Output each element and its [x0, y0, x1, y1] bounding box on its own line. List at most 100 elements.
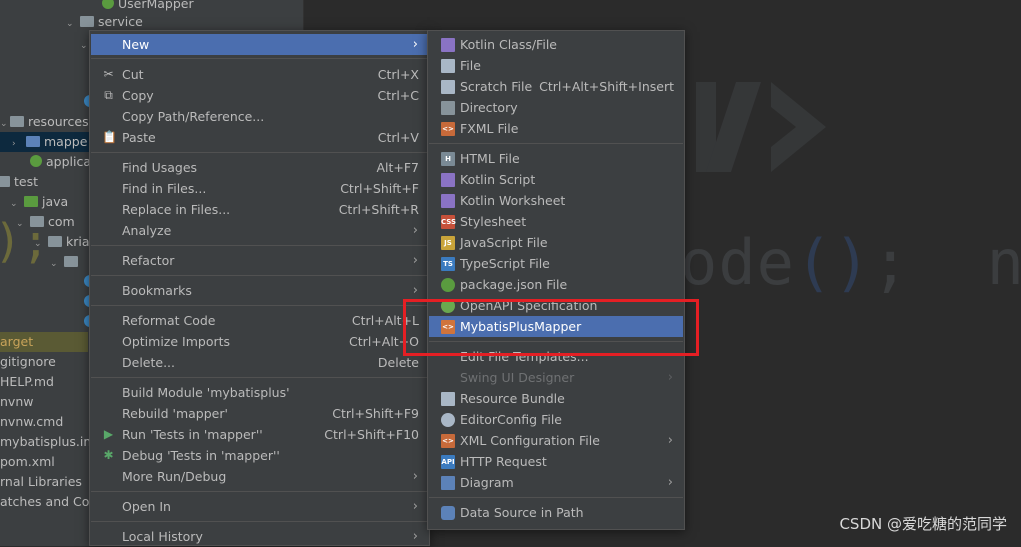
chevron-right-icon: › [412, 253, 418, 268]
tree-item-label: pom.xml [0, 454, 55, 469]
tree-item-label: gitignore [0, 354, 56, 369]
tree-item-help-md[interactable]: HELP.md [0, 372, 54, 392]
menu-item-rebuild[interactable]: Rebuild 'mapper' Ctrl+Shift+F9 [91, 403, 428, 424]
new-stylesheet[interactable]: CSS Stylesheet [429, 211, 683, 232]
new-file[interactable]: File [429, 55, 683, 76]
chevron-down-icon[interactable]: ⌄ [34, 234, 44, 254]
run-icon: ▶ [103, 427, 114, 441]
menu-item-copy-path[interactable]: Copy Path/Reference... [91, 106, 428, 127]
new-html-file[interactable]: H HTML File [429, 148, 683, 169]
menu-item-cut[interactable]: ✂ Cut Ctrl+X [91, 64, 428, 85]
menu-item-label: Data Source in Path [460, 505, 584, 520]
menu-item-optimize-imports[interactable]: Optimize Imports Ctrl+Alt+O [91, 331, 428, 352]
clipboard-icon: 📋 [102, 130, 117, 144]
tree-item-pom[interactable]: pom.xml [0, 452, 55, 472]
tree-item-com[interactable]: ⌄ com [16, 212, 75, 232]
menu-item-label: EditorConfig File [460, 412, 562, 427]
menu-item-shortcut: Ctrl+V [377, 130, 419, 145]
menu-item-label: Cut [122, 67, 144, 82]
menu-item-run-tests[interactable]: ▶ Run 'Tests in 'mapper'' Ctrl+Shift+F10 [91, 424, 428, 445]
menu-item-open-in[interactable]: Open In › [91, 496, 428, 517]
new-http-request[interactable]: API HTTP Request [429, 451, 683, 472]
menu-item-find-usages[interactable]: Find Usages Alt+F7 [91, 157, 428, 178]
new-resource-bundle[interactable]: Resource Bundle [429, 388, 683, 409]
tree-item-java[interactable]: ⌄ java [10, 192, 68, 212]
folder-icon [25, 136, 40, 147]
menu-item-more-run-debug[interactable]: More Run/Debug › [91, 466, 428, 487]
tree-item-external-libraries[interactable]: rnal Libraries [0, 472, 82, 492]
tree-item-label: nvnw [0, 394, 34, 409]
tree-item-application[interactable]: applica [30, 152, 91, 172]
tree-item-test[interactable]: test [0, 172, 38, 192]
new-kotlin-worksheet[interactable]: Kotlin Worksheet [429, 190, 683, 211]
new-package-json[interactable]: package.json File [429, 274, 683, 295]
chevron-down-icon[interactable]: ⌄ [66, 14, 76, 34]
menu-item-debug-tests[interactable]: ✱ Debug 'Tests in 'mapper'' [91, 445, 428, 466]
menu-item-local-history[interactable]: Local History › [91, 526, 428, 547]
menu-item-label: Replace in Files... [122, 202, 231, 217]
menu-item-analyze[interactable]: Analyze › [91, 220, 428, 241]
tree-item-label: applica [46, 154, 92, 169]
chevron-right-icon[interactable]: › [12, 134, 22, 154]
menu-item-paste[interactable]: 📋 Paste Ctrl+V [91, 127, 428, 148]
menu-item-label: Scratch File [460, 79, 533, 94]
chevron-right-icon: › [412, 37, 418, 52]
tree-item-target[interactable]: arget [0, 332, 88, 352]
menu-item-label: Kotlin Class/File [460, 37, 557, 52]
menu-item-replace-in-files[interactable]: Replace in Files... Ctrl+Shift+R [91, 199, 428, 220]
new-kotlin-script[interactable]: Kotlin Script [429, 169, 683, 190]
new-javascript-file[interactable]: JS JavaScript File [429, 232, 683, 253]
new-fxml-file[interactable]: <> FXML File [429, 118, 683, 139]
new-scratch-file[interactable]: Scratch File Ctrl+Alt+Shift+Insert [429, 76, 683, 97]
menu-item-find-in-files[interactable]: Find in Files... Ctrl+Shift+F [91, 178, 428, 199]
new-editorconfig[interactable]: EditorConfig File [429, 409, 683, 430]
menu-item-label: package.json File [460, 277, 568, 292]
menu-item-build-module[interactable]: Build Module 'mybatisplus' [91, 382, 428, 403]
tree-item-resources[interactable]: ⌄ resources [0, 112, 89, 132]
chevron-right-icon: › [667, 433, 673, 448]
new-typescript-file[interactable]: TS TypeScript File [429, 253, 683, 274]
tree-item-mvnw-cmd[interactable]: nvnw.cmd [0, 412, 63, 432]
context-menu[interactable]: New › ✂ Cut Ctrl+X ⧉ Copy Ctrl+C Copy Path/Re… [89, 30, 430, 546]
folder-icon [79, 16, 94, 27]
new-xml-configuration[interactable]: <> XML Configuration File › [429, 430, 683, 451]
menu-item-label: Build Module 'mybatisplus' [122, 385, 290, 400]
menu-item-label: Debug 'Tests in 'mapper'' [122, 448, 280, 463]
tree-item-package[interactable]: ⌄ [50, 252, 82, 272]
tree-item-gitignore[interactable]: gitignore [0, 352, 56, 372]
chevron-down-icon[interactable]: ⌄ [16, 214, 26, 234]
new-submenu[interactable]: Kotlin Class/File File Scratch File Ctrl+… [427, 30, 685, 530]
tree-item-label: test [14, 174, 39, 189]
menu-item-label: File [460, 58, 481, 73]
test-sources-folder-icon [23, 196, 38, 207]
chevron-down-icon[interactable]: ⌄ [10, 194, 20, 214]
chevron-down-icon[interactable]: ⌄ [0, 114, 10, 134]
menu-item-label: Swing UI Designer [460, 370, 575, 385]
menu-item-shortcut: Ctrl+Alt+Shift+Insert [539, 79, 674, 94]
folder-icon [0, 176, 10, 187]
new-directory[interactable]: Directory [429, 97, 683, 118]
menu-item-refactor[interactable]: Refactor › [91, 250, 428, 271]
gear-icon [441, 413, 455, 427]
menu-item-label: HTTP Request [460, 454, 547, 469]
tree-item-mvnw[interactable]: nvnw [0, 392, 33, 412]
new-data-source-in-path[interactable]: Data Source in Path [429, 502, 683, 523]
tree-item-iml[interactable]: mybatisplus.iml [0, 432, 99, 452]
menu-item-delete[interactable]: Delete... Delete [91, 352, 428, 373]
menu-item-reformat-code[interactable]: Reformat Code Ctrl+Alt+L [91, 310, 428, 331]
menu-item-label: JavaScript File [460, 235, 548, 250]
tree-item-kria[interactable]: ⌄ kria [34, 232, 90, 252]
resources-folder-icon [10, 116, 24, 127]
api-file-icon: API [441, 455, 455, 469]
new-diagram[interactable]: Diagram › [429, 472, 683, 493]
menu-item-label: Run 'Tests in 'mapper'' [122, 427, 263, 442]
menu-item-bookmarks[interactable]: Bookmarks › [91, 280, 428, 301]
new-kotlin-class[interactable]: Kotlin Class/File [429, 34, 683, 55]
tree-item-service[interactable]: ⌄ service [66, 12, 143, 32]
menu-item-label: Diagram [460, 475, 514, 490]
menu-item-copy[interactable]: ⧉ Copy Ctrl+C [91, 85, 428, 106]
chevron-down-icon[interactable]: ⌄ [50, 254, 60, 274]
package-icon [63, 256, 78, 267]
menu-item-new[interactable]: New › [91, 34, 428, 55]
menu-item-label: Analyze [122, 223, 172, 238]
